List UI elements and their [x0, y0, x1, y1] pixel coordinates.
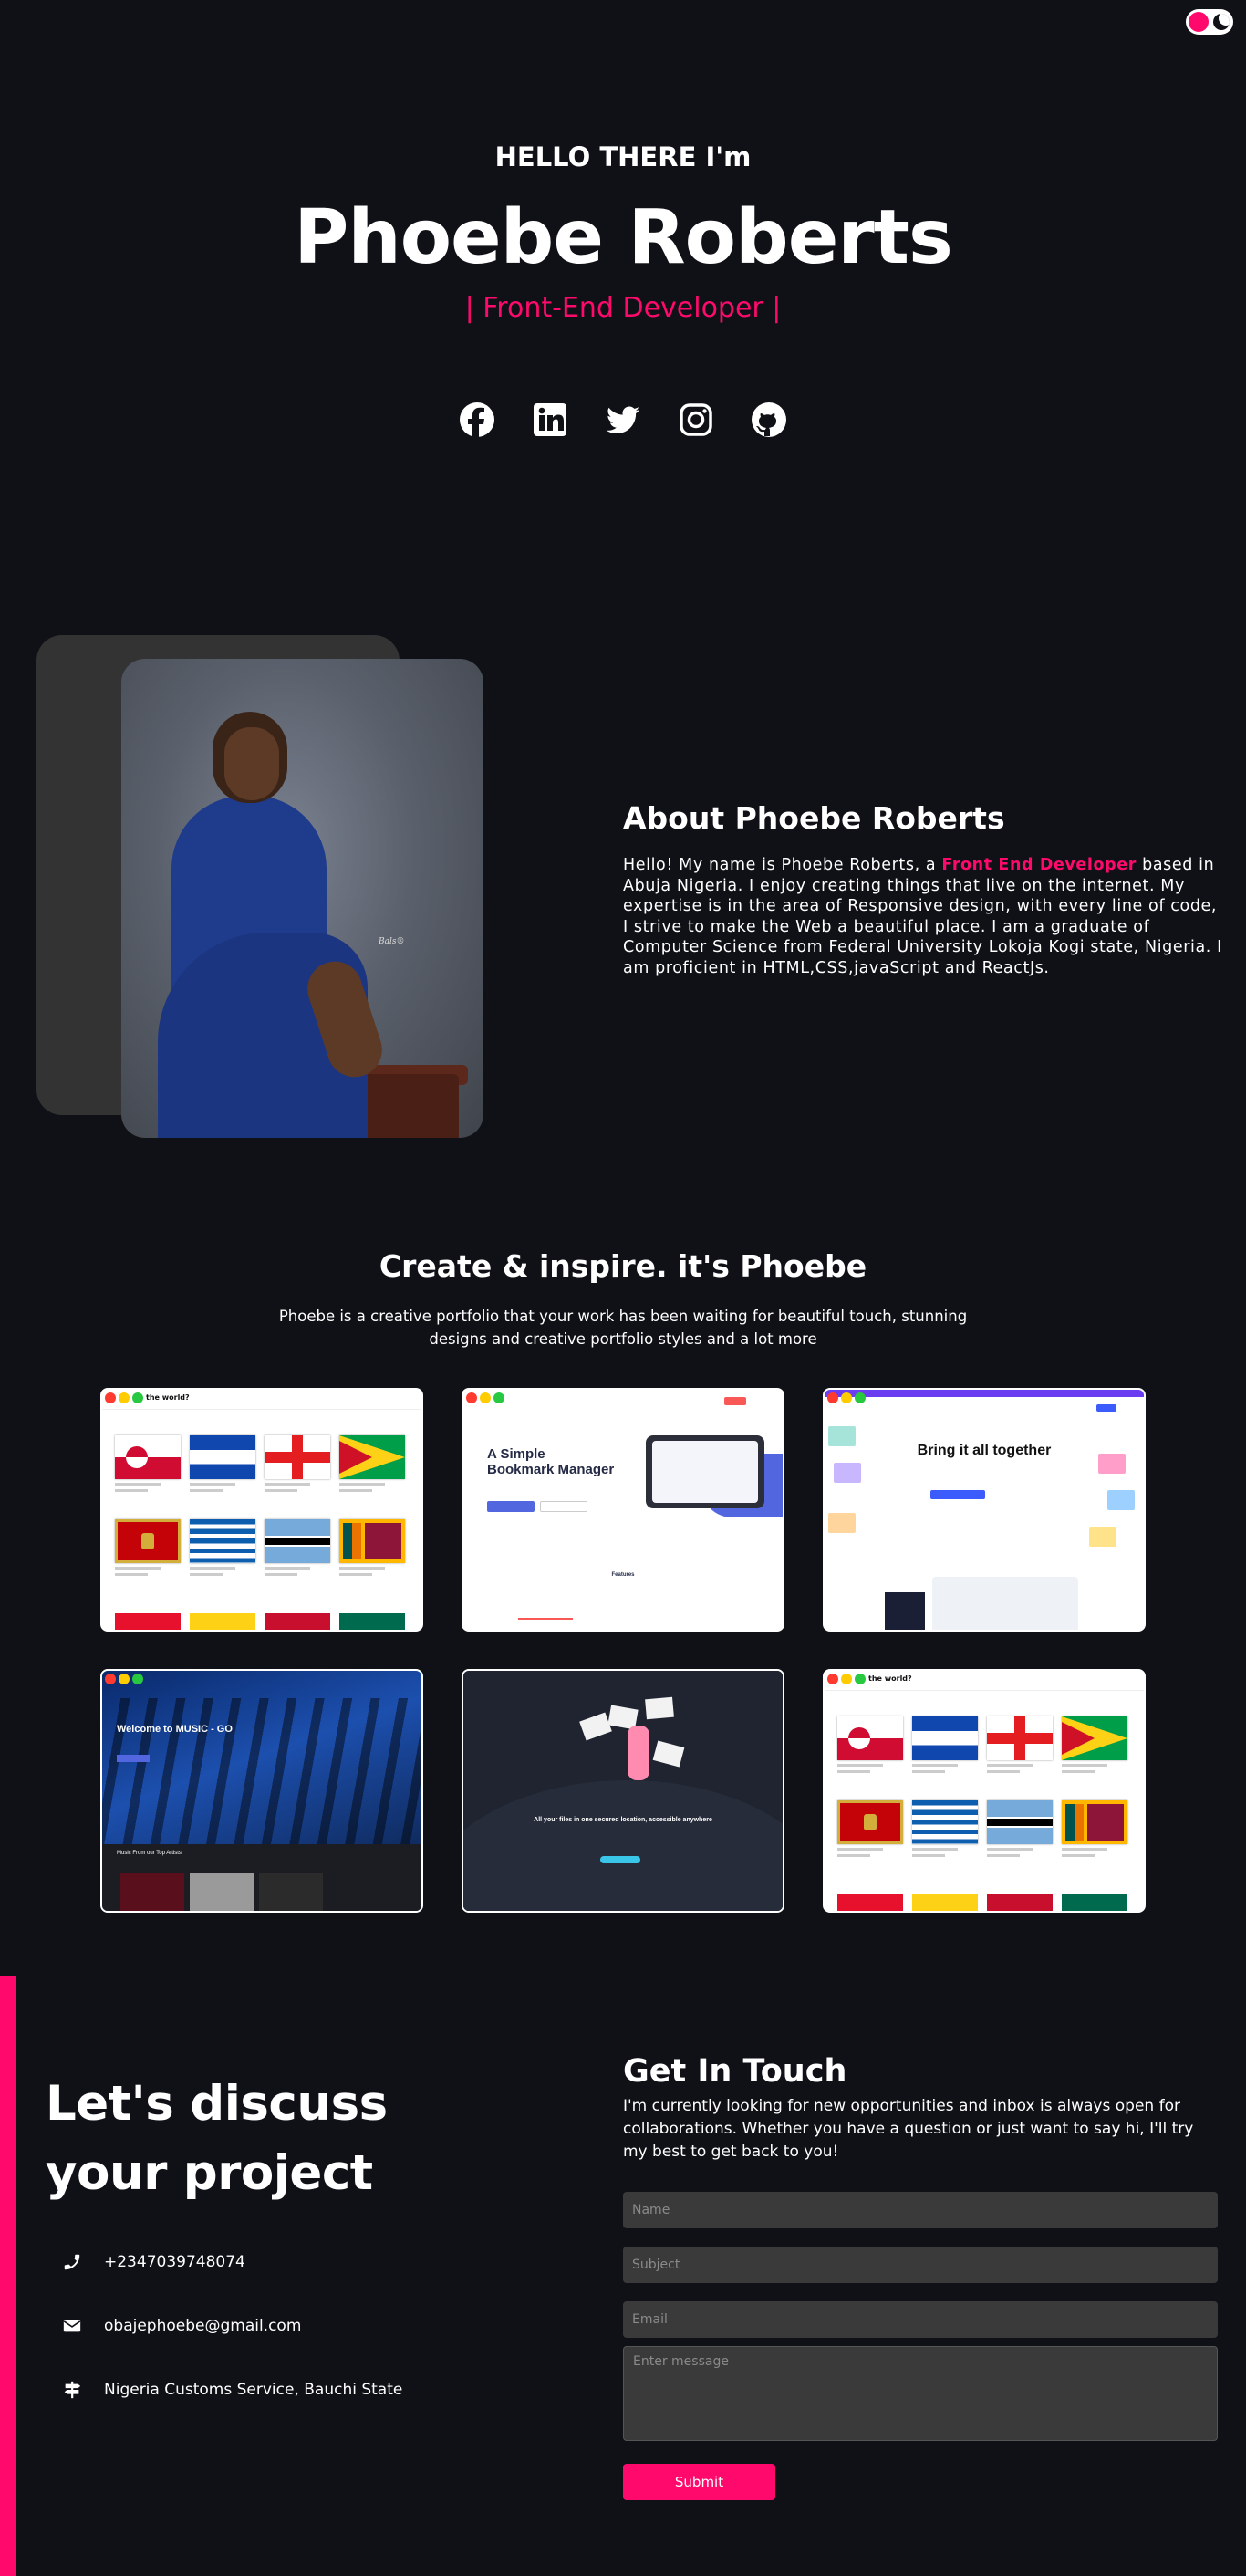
- project-card-countries-2[interactable]: the world?: [823, 1669, 1146, 1913]
- email-address[interactable]: obajephoebe@gmail.com: [104, 2317, 301, 2335]
- phone-number[interactable]: +2347039748074: [104, 2253, 245, 2271]
- form-text: I'm currently looking for new opportunit…: [623, 2097, 1194, 2161]
- project-card-illustration[interactable]: All your files in one secured location, …: [462, 1669, 784, 1913]
- instagram-link[interactable]: [678, 402, 714, 438]
- name-input[interactable]: [623, 2192, 1218, 2228]
- social-links: [0, 402, 1246, 438]
- window-dots: [105, 1392, 143, 1403]
- card-heading: Bring it all together: [917, 1443, 1052, 1458]
- project-card-music[interactable]: Welcome to MUSIC - GO Music From our Top…: [100, 1669, 423, 1913]
- card-heading: Welcome to MUSIC - GO: [117, 1724, 233, 1735]
- github-icon: [752, 402, 786, 437]
- window-dots: [105, 1674, 143, 1684]
- contact-address: Nigeria Customs Service, Bauchi State: [62, 2380, 402, 2400]
- address: Nigeria Customs Service, Bauchi State: [104, 2381, 403, 2399]
- role-highlight: Front End Developer: [941, 856, 1137, 874]
- subject-input[interactable]: [623, 2247, 1218, 2283]
- signpost-icon: [64, 2381, 81, 2399]
- greeting: HELLO THERE I'm: [494, 141, 752, 172]
- card-heading: A Simple Bookmark Manager: [487, 1446, 615, 1477]
- card-heading: All your files in one secured location, …: [534, 1817, 712, 1823]
- sun-dot-icon: [1189, 12, 1209, 32]
- email-input[interactable]: [623, 2301, 1218, 2338]
- photo-signature: Bals®: [379, 937, 405, 946]
- github-link[interactable]: [751, 402, 787, 438]
- envelope-icon: [63, 2320, 81, 2332]
- linkedin-link[interactable]: [532, 402, 568, 438]
- twitter-link[interactable]: [605, 402, 641, 438]
- portfolio-description: Phoebe is a creative portfolio that your…: [278, 1308, 968, 1348]
- moon-icon: [1213, 14, 1230, 30]
- card-features-label: Features: [611, 1572, 635, 1578]
- hero-name: Phoebe Roberts: [294, 194, 953, 281]
- project-card-countries[interactable]: the world?: [100, 1388, 423, 1632]
- project-card-clicky[interactable]: Bring it all together: [823, 1388, 1146, 1632]
- project-card-bookmark[interactable]: A Simple Bookmark Manager Features: [462, 1388, 784, 1632]
- facebook-icon: [460, 402, 494, 437]
- window-dots: [827, 1674, 866, 1684]
- facebook-link[interactable]: [459, 402, 495, 438]
- submit-button[interactable]: Submit: [623, 2464, 775, 2500]
- instagram-icon: [680, 403, 712, 436]
- contact-email: obajephoebe@gmail.com: [62, 2316, 301, 2336]
- contact-title: Let's discuss your project: [46, 2076, 388, 2201]
- theme-toggle[interactable]: [1186, 9, 1233, 35]
- phone-icon: [64, 2254, 80, 2270]
- card-header: the world?: [868, 1674, 912, 1683]
- form-title: Get In Touch: [623, 2053, 847, 2090]
- twitter-icon: [606, 406, 639, 433]
- about-text: Hello! My name is Phoebe Roberts, a Fron…: [623, 856, 1222, 977]
- card-subheading: Music From our Top Artists: [117, 1851, 182, 1856]
- about-title: About Phoebe Roberts: [623, 800, 1005, 836]
- profile-photo: Bals®: [121, 659, 483, 1138]
- portfolio-title: Create & inspire. it's Phoebe: [379, 1248, 867, 1284]
- window-dots: [827, 1392, 866, 1403]
- linkedin-icon: [534, 403, 566, 436]
- hero-role: | Front-End Developer |: [464, 292, 782, 324]
- contact-phone: +2347039748074: [62, 2252, 245, 2272]
- card-header: the world?: [146, 1393, 190, 1402]
- window-dots: [466, 1392, 504, 1403]
- accent-bar: [0, 1976, 16, 2576]
- message-input[interactable]: [623, 2346, 1218, 2441]
